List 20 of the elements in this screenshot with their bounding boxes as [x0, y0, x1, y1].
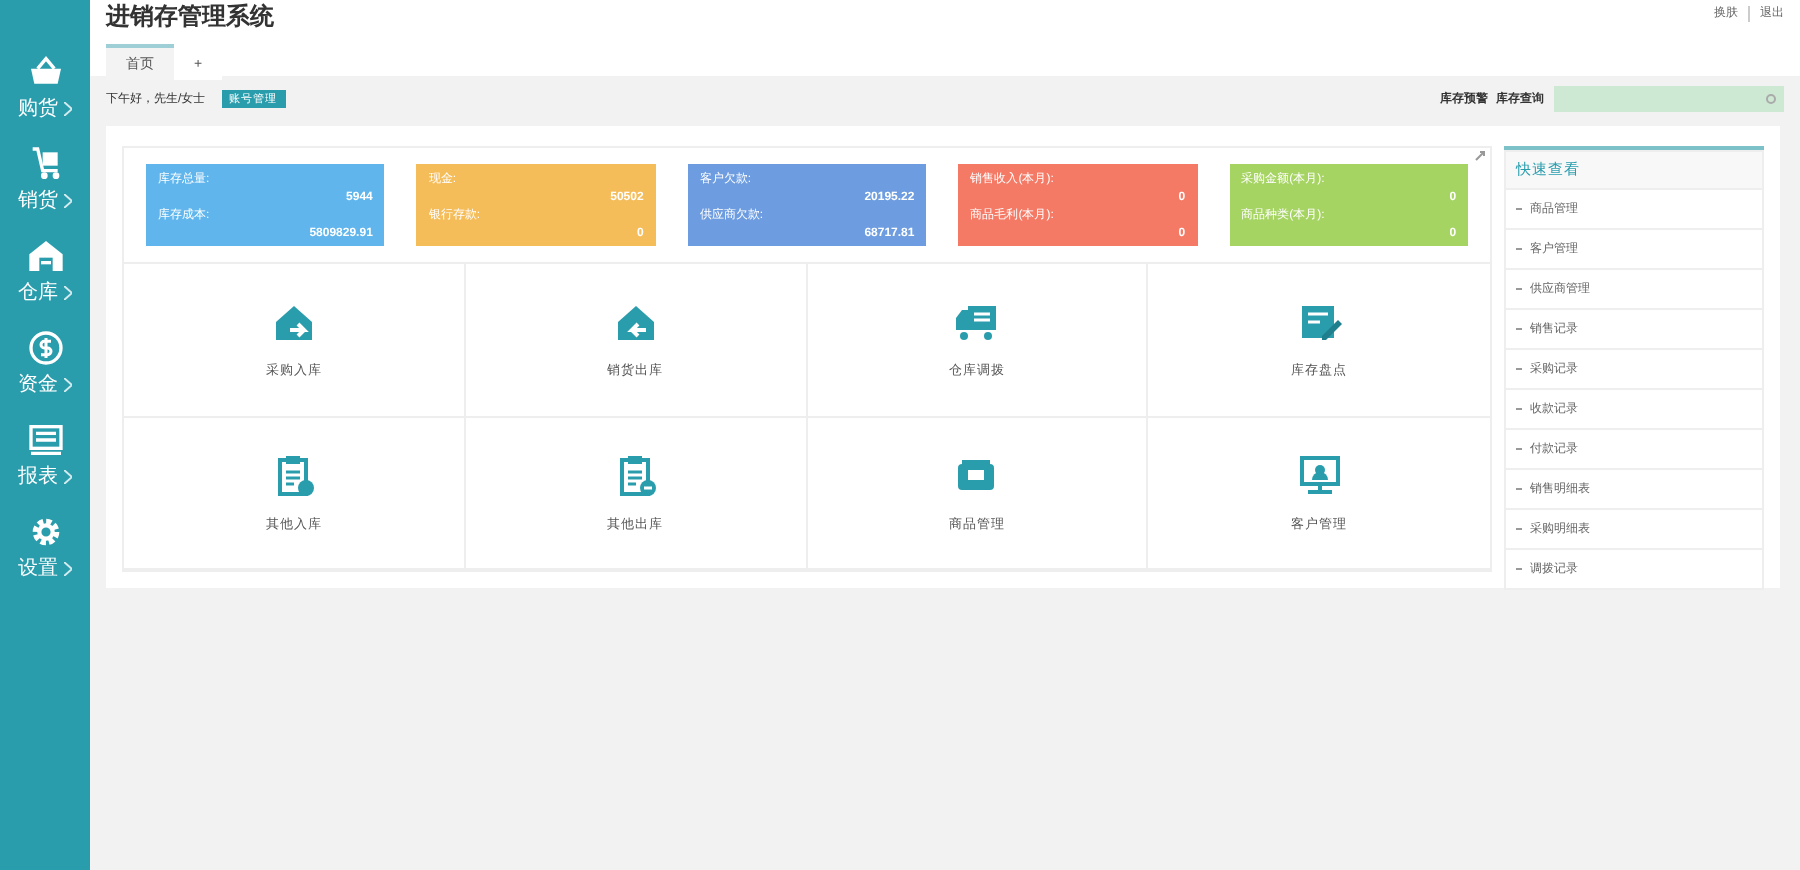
- chevron-icon: [64, 561, 72, 575]
- monitor-icon: [25, 420, 65, 460]
- sidebar-item[interactable]: 设置: [0, 504, 90, 596]
- app-title: 进销存管理系统: [106, 0, 274, 34]
- sidebar-item[interactable]: 资金: [0, 320, 90, 412]
- sidebar-item[interactable]: 购货: [0, 44, 90, 136]
- house-icon: [25, 236, 65, 276]
- dollar-icon: [25, 328, 65, 368]
- search-icon: [1766, 93, 1778, 105]
- expand-icon[interactable]: [1474, 150, 1486, 162]
- chevron-icon: [64, 101, 72, 115]
- sidebar-item[interactable]: 报表: [0, 412, 90, 504]
- search-field[interactable]: [1554, 86, 1784, 112]
- sidebar-item[interactable]: 仓库: [0, 228, 90, 320]
- chevron-icon: [64, 469, 72, 483]
- monitor-user-icon: [1295, 451, 1344, 500]
- sidebar-item[interactable]: 销货: [0, 136, 90, 228]
- chevron-icon: [64, 285, 72, 299]
- chevron-icon: [64, 377, 72, 391]
- chevron-icon: [64, 193, 72, 207]
